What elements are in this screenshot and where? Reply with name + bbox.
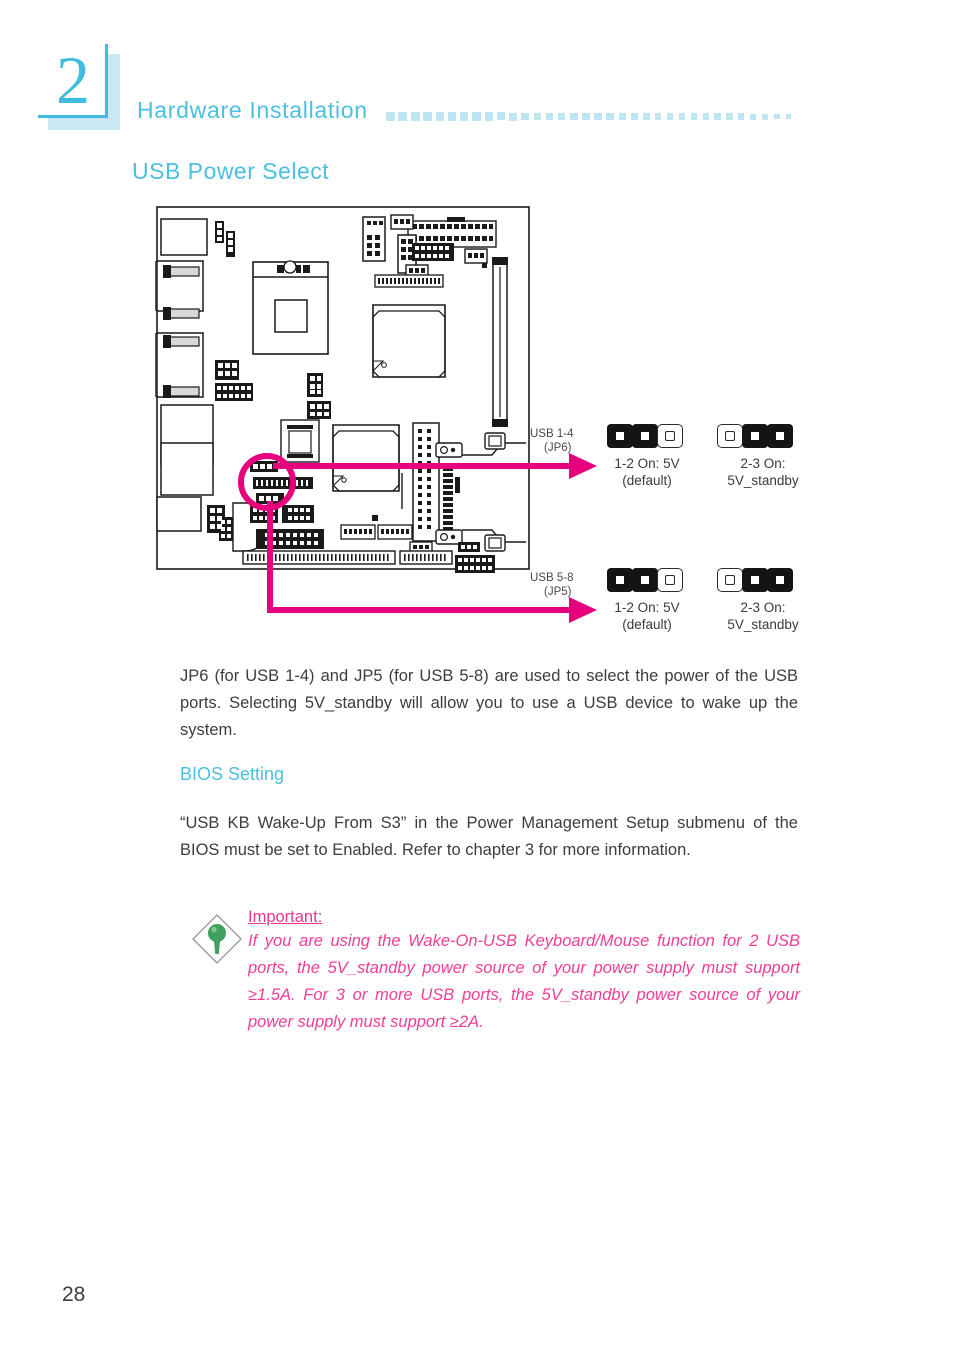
- header-dot: [618, 112, 626, 121]
- header-dot: [398, 112, 408, 121]
- header-dot: [773, 113, 780, 120]
- chapter-badge: 2: [38, 42, 120, 130]
- pin-2: [632, 568, 658, 592]
- header-dot: [654, 113, 662, 120]
- header-dot: [594, 112, 602, 121]
- header-dot: [423, 112, 432, 121]
- pin-3: [657, 424, 683, 448]
- header-dot: [410, 112, 420, 121]
- pin-3: [767, 424, 793, 448]
- jumper-jp6-name: USB 1-4 (JP6): [530, 428, 574, 454]
- pin-2: [742, 424, 768, 448]
- subheading-bios-setting: BIOS Setting: [180, 764, 285, 784]
- header-dot: [690, 113, 698, 120]
- header-dot: [557, 112, 566, 121]
- header-dot: [642, 113, 650, 120]
- chapter-number: 2: [56, 42, 90, 118]
- header-dot: [738, 113, 745, 120]
- pin-3: [657, 568, 683, 592]
- important-callout-body: Important: If you are using the Wake-On-…: [248, 908, 800, 1036]
- important-icon: [190, 912, 244, 966]
- header-dot-rule: [386, 112, 806, 124]
- header-dot: [726, 113, 733, 120]
- pin-2: [742, 568, 768, 592]
- header-dot: [484, 112, 493, 121]
- paragraph-bios-setting: “USB KB Wake-Up From S3” in the Power Ma…: [180, 814, 798, 859]
- chapter-title: Hardware Installation: [137, 97, 368, 123]
- header-dot: [714, 113, 721, 120]
- important-title: Important:: [248, 908, 323, 926]
- page-title: USB Power Select: [132, 158, 330, 184]
- pin-1: [607, 424, 633, 448]
- pin-3: [767, 568, 793, 592]
- header-dot: [570, 112, 578, 121]
- header-dot: [606, 112, 614, 121]
- header-dot: [785, 113, 792, 120]
- header-dot: [472, 112, 481, 121]
- jumper-jp6-option-2-caption: 2-3 On: 5V_standby: [727, 456, 799, 488]
- jumper-jp6-option-1-caption: 1-2 On: 5V (default): [614, 456, 680, 488]
- header-dot: [509, 112, 518, 121]
- header-dot: [447, 112, 457, 121]
- paragraph-usb-power-select: JP6 (for USB 1-4) and JP5 (for USB 5-8) …: [180, 667, 798, 739]
- motherboard-figure: USB 1-4 (JP6) 1-2 On: 5V (default) 2-3 O…: [155, 205, 815, 650]
- header-dot: [666, 113, 674, 120]
- page-number: 28: [62, 1283, 86, 1306]
- pin-2: [632, 424, 658, 448]
- jumper-jp5-option-2-caption: 2-3 On: 5V_standby: [727, 600, 799, 632]
- header-dot: [750, 113, 757, 120]
- page-header: 2 Hardware Installation: [0, 0, 954, 150]
- pin-1: [717, 568, 743, 592]
- header-dot: [386, 112, 395, 121]
- header-dot: [521, 112, 530, 121]
- header-dot: [582, 112, 590, 121]
- header-dot: [545, 112, 554, 121]
- header-dot: [630, 113, 638, 121]
- header-dot: [533, 112, 542, 121]
- motherboard-diagram: [155, 206, 597, 623]
- header-dot: [678, 113, 686, 120]
- jumper-jp5-option-1-caption: 1-2 On: 5V (default): [614, 600, 680, 632]
- jumper-jp5-name: USB 5-8 (JP5): [530, 572, 574, 598]
- header-dot: [761, 113, 768, 120]
- pin-1: [607, 568, 633, 592]
- header-dot: [435, 112, 445, 121]
- header-dot: [702, 113, 709, 120]
- pin-1: [717, 424, 743, 448]
- header-dot: [460, 112, 469, 121]
- header-dot: [496, 112, 505, 121]
- important-text: If you are using the Wake-On-USB Keyboar…: [248, 932, 800, 1031]
